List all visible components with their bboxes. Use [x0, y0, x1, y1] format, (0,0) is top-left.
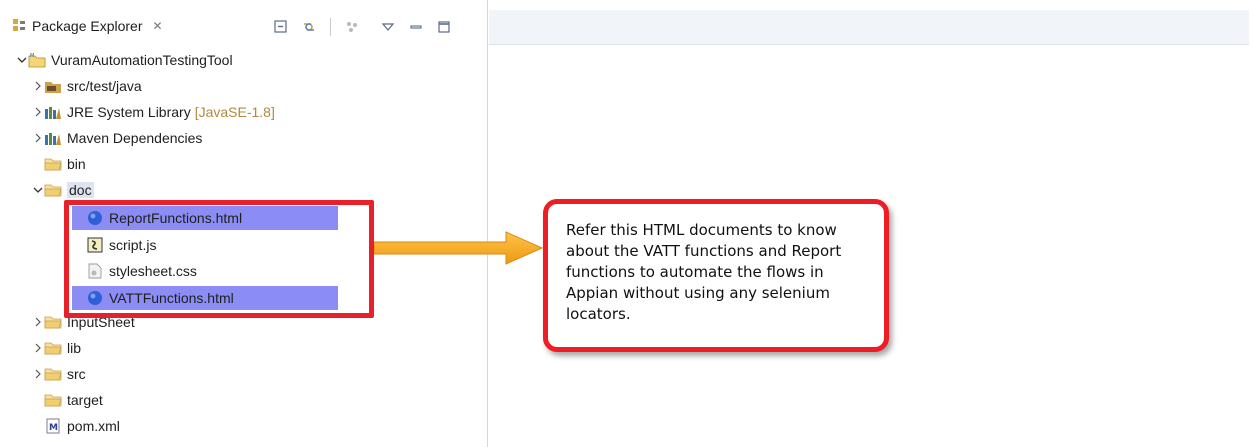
folder-icon: [44, 340, 62, 356]
folder-icon: [44, 314, 62, 330]
tree-item-lib[interactable]: lib: [32, 336, 81, 360]
tree-item-label: target: [67, 392, 103, 408]
tree-item-label: JRE System Library: [67, 104, 191, 120]
package-explorer-icon: [12, 18, 26, 35]
source-folder-icon: [44, 78, 62, 94]
svg-text:M: M: [30, 53, 34, 59]
tree-item-label: bin: [67, 156, 86, 172]
chevron-down-icon[interactable]: [32, 184, 44, 196]
tree-item-label: lib: [67, 340, 82, 356]
tab-label: Package Explorer: [32, 18, 143, 34]
chevron-right-icon[interactable]: [32, 316, 44, 328]
tree-item-src-test-java[interactable]: src/test/java: [32, 74, 142, 98]
close-icon[interactable]: ✕: [153, 19, 163, 33]
project-icon: M: [28, 52, 46, 68]
folder-icon: [44, 366, 62, 382]
panel-header: Package Explorer ✕: [0, 10, 487, 42]
focus-icon[interactable]: [343, 18, 361, 36]
folder-icon: [44, 156, 62, 172]
minimize-icon[interactable]: [407, 18, 425, 36]
library-icon: [44, 130, 62, 146]
chevron-right-icon[interactable]: [32, 106, 44, 118]
callout-text: Refer this HTML documents to know about …: [566, 221, 842, 323]
folder-icon: [44, 182, 62, 198]
link-with-editor-icon[interactable]: [300, 18, 318, 36]
tree-item-label: src/test/java: [67, 78, 142, 94]
chevron-right-icon[interactable]: [32, 80, 44, 92]
tree-item-bin[interactable]: bin: [44, 152, 86, 176]
tree-item-jre-system-library[interactable]: JRE System Library [JavaSE-1.8]: [32, 100, 275, 124]
tree-item-label: doc: [67, 182, 94, 198]
tree-item-project[interactable]: M VuramAutomationTestingTool: [16, 48, 233, 72]
editor-area-tab-strip: [489, 10, 1249, 45]
view-toolbar: [272, 18, 453, 36]
tree-item-pom-xml[interactable]: M pom.xml: [44, 414, 120, 438]
tree-item-decoration: [JavaSE-1.8]: [194, 104, 275, 120]
tree-item-label: VuramAutomationTestingTool: [51, 52, 233, 68]
chevron-right-icon[interactable]: [32, 342, 44, 354]
maximize-icon[interactable]: [435, 18, 453, 36]
chevron-right-icon[interactable]: [32, 132, 44, 144]
tree-item-label: src: [67, 366, 86, 382]
chevron-right-icon[interactable]: [32, 368, 44, 380]
tree-item-label: Maven Dependencies: [67, 130, 203, 146]
svg-text:M: M: [49, 423, 58, 433]
tree-item-target[interactable]: target: [44, 388, 103, 412]
arrow-right-icon: [374, 231, 544, 265]
toolbar-separator: [330, 18, 331, 36]
tree-item-src[interactable]: src: [32, 362, 86, 386]
view-menu-icon[interactable]: [379, 18, 397, 36]
chevron-down-icon[interactable]: [16, 54, 28, 66]
library-icon: [44, 104, 62, 120]
callout-note: Refer this HTML documents to know about …: [543, 199, 889, 352]
tab-package-explorer[interactable]: Package Explorer ✕: [6, 14, 169, 38]
folder-icon: [44, 392, 62, 408]
tree-item-maven-dependencies[interactable]: Maven Dependencies: [32, 126, 202, 150]
highlight-box: [64, 200, 374, 318]
tree-item-label: pom.xml: [67, 418, 120, 434]
collapse-all-icon[interactable]: [272, 18, 290, 36]
maven-file-icon: M: [44, 418, 62, 434]
tree-item-doc[interactable]: doc: [32, 178, 94, 202]
